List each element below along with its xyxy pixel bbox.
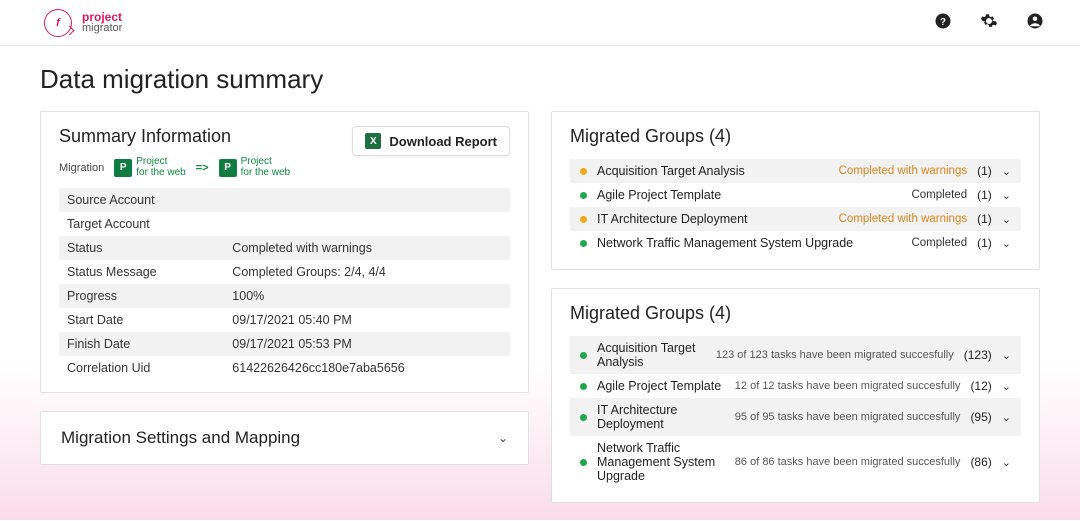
group-status: Completed — [911, 189, 967, 201]
group-name: IT Architecture Deployment — [597, 403, 725, 431]
table-row: Status MessageCompleted Groups: 2/4, 4/4 — [59, 260, 510, 284]
list-item[interactable]: Agile Project Template 12 of 12 tasks ha… — [570, 374, 1021, 398]
group-count: (86) — [970, 455, 991, 469]
chevron-down-icon: ⌄ — [498, 431, 508, 445]
status-dot-icon — [580, 216, 587, 223]
brand-text: project migrator — [82, 11, 122, 34]
brand-line2: migrator — [82, 23, 122, 34]
group-count: (123) — [964, 348, 992, 362]
migration-source-target: Migration Project for the web => — [59, 157, 290, 178]
target-line1: Project — [241, 156, 272, 167]
list-item[interactable]: IT Architecture Deployment Completed wit… — [570, 207, 1021, 231]
target-product: Project for the web — [219, 157, 290, 178]
group-count: (12) — [970, 379, 991, 393]
group-name: Network Traffic Management System Upgrad… — [597, 236, 901, 250]
group-subtext: 86 of 86 tasks have been migrated succes… — [735, 456, 961, 468]
status-dot-icon — [580, 352, 587, 359]
source-product: Project for the web — [114, 157, 185, 178]
group-subtext: 12 of 12 tasks have been migrated succes… — [735, 380, 961, 392]
page-title: Data migration summary — [40, 64, 1040, 95]
status-dot-icon — [580, 168, 587, 175]
group-count: (1) — [977, 212, 992, 226]
summary-title: Summary Information — [59, 126, 290, 147]
migrated-groups-a-title: Migrated Groups (4) — [570, 126, 1021, 147]
table-row: Correlation Uid61422626426cc180e7aba5656 — [59, 356, 510, 380]
table-row: Progress100% — [59, 284, 510, 308]
target-line2: for the web — [241, 167, 290, 178]
settings-title: Migration Settings and Mapping — [61, 428, 300, 448]
table-row: Source Account — [59, 188, 510, 212]
group-count: (1) — [977, 164, 992, 178]
group-name: Agile Project Template — [597, 379, 725, 393]
group-status: Completed — [911, 237, 967, 249]
list-item[interactable]: Acquisition Target Analysis 123 of 123 t… — [570, 336, 1021, 374]
migrated-groups-card-a: Migrated Groups (4) Acquisition Target A… — [551, 111, 1040, 270]
list-item[interactable]: Acquisition Target Analysis Completed wi… — [570, 159, 1021, 183]
group-list: Acquisition Target Analysis 123 of 123 t… — [570, 334, 1021, 490]
chevron-down-icon: ⌄ — [1002, 456, 1011, 469]
chevron-down-icon: ⌄ — [1002, 411, 1011, 424]
group-status: Completed with warnings — [839, 213, 967, 225]
chevron-down-icon: ⌄ — [1002, 349, 1011, 362]
group-count: (1) — [977, 188, 992, 202]
arrow-icon: => — [196, 162, 209, 174]
status-dot-icon — [580, 414, 587, 421]
account-icon[interactable] — [1026, 12, 1044, 33]
group-count: (1) — [977, 236, 992, 250]
status-dot-icon — [580, 240, 587, 247]
help-icon[interactable]: ? — [934, 12, 952, 33]
left-column: Summary Information Migration Project fo… — [40, 111, 529, 521]
settings-card[interactable]: Migration Settings and Mapping ⌄ — [40, 411, 529, 465]
chevron-down-icon: ⌄ — [1002, 237, 1011, 250]
group-name: Acquisition Target Analysis — [597, 341, 706, 369]
status-dot-icon — [580, 383, 587, 390]
summary-table: Source Account Target Account StatusComp… — [59, 188, 510, 380]
project-icon — [114, 159, 132, 177]
excel-icon: X — [365, 133, 381, 149]
group-status: Completed with warnings — [839, 165, 967, 177]
group-subtext: 95 of 95 tasks have been migrated succes… — [735, 411, 961, 423]
summary-card: Summary Information Migration Project fo… — [40, 111, 529, 393]
list-item[interactable]: IT Architecture Deployment 95 of 95 task… — [570, 398, 1021, 436]
topbar: f project migrator ? — [0, 0, 1080, 46]
list-item[interactable]: Network Traffic Management System Upgrad… — [570, 231, 1021, 255]
gear-icon[interactable] — [980, 12, 998, 33]
columns: Summary Information Migration Project fo… — [40, 111, 1040, 521]
source-line2: for the web — [136, 167, 185, 178]
group-name: Network Traffic Management System Upgrad… — [597, 441, 725, 483]
page: Data migration summary Summary Informati… — [0, 46, 1080, 521]
migrated-groups-card-b: Migrated Groups (4) Acquisition Target A… — [551, 288, 1040, 503]
chevron-down-icon: ⌄ — [1002, 189, 1011, 202]
table-row: StatusCompleted with warnings — [59, 236, 510, 260]
group-name: Agile Project Template — [597, 188, 901, 202]
status-dot-icon — [580, 459, 587, 466]
group-list: Acquisition Target Analysis Completed wi… — [570, 157, 1021, 257]
table-row: Finish Date09/17/2021 05:53 PM — [59, 332, 510, 356]
download-report-label: Download Report — [389, 134, 497, 149]
chevron-down-icon: ⌄ — [1002, 213, 1011, 226]
right-column: Migrated Groups (4) Acquisition Target A… — [551, 111, 1040, 521]
status-dot-icon — [580, 192, 587, 199]
migrated-groups-b-title: Migrated Groups (4) — [570, 303, 1021, 324]
chevron-down-icon: ⌄ — [1002, 380, 1011, 393]
table-row: Start Date09/17/2021 05:40 PM — [59, 308, 510, 332]
group-name: Acquisition Target Analysis — [597, 164, 829, 178]
source-line1: Project — [136, 156, 167, 167]
list-item[interactable]: Agile Project Template Completed (1) ⌄ — [570, 183, 1021, 207]
brand[interactable]: f project migrator — [44, 9, 122, 37]
svg-text:?: ? — [940, 17, 946, 28]
project-icon — [219, 159, 237, 177]
top-icons: ? — [934, 12, 1044, 33]
group-subtext: 123 of 123 tasks have been migrated succ… — [716, 349, 954, 361]
list-item[interactable]: Network Traffic Management System Upgrad… — [570, 436, 1021, 488]
migration-label: Migration — [59, 162, 104, 174]
chevron-down-icon: ⌄ — [1002, 165, 1011, 178]
group-name: IT Architecture Deployment — [597, 212, 829, 226]
download-report-button[interactable]: X Download Report — [352, 126, 510, 156]
table-row: Target Account — [59, 212, 510, 236]
group-count: (95) — [970, 410, 991, 424]
brand-logo-icon: f — [44, 9, 72, 37]
